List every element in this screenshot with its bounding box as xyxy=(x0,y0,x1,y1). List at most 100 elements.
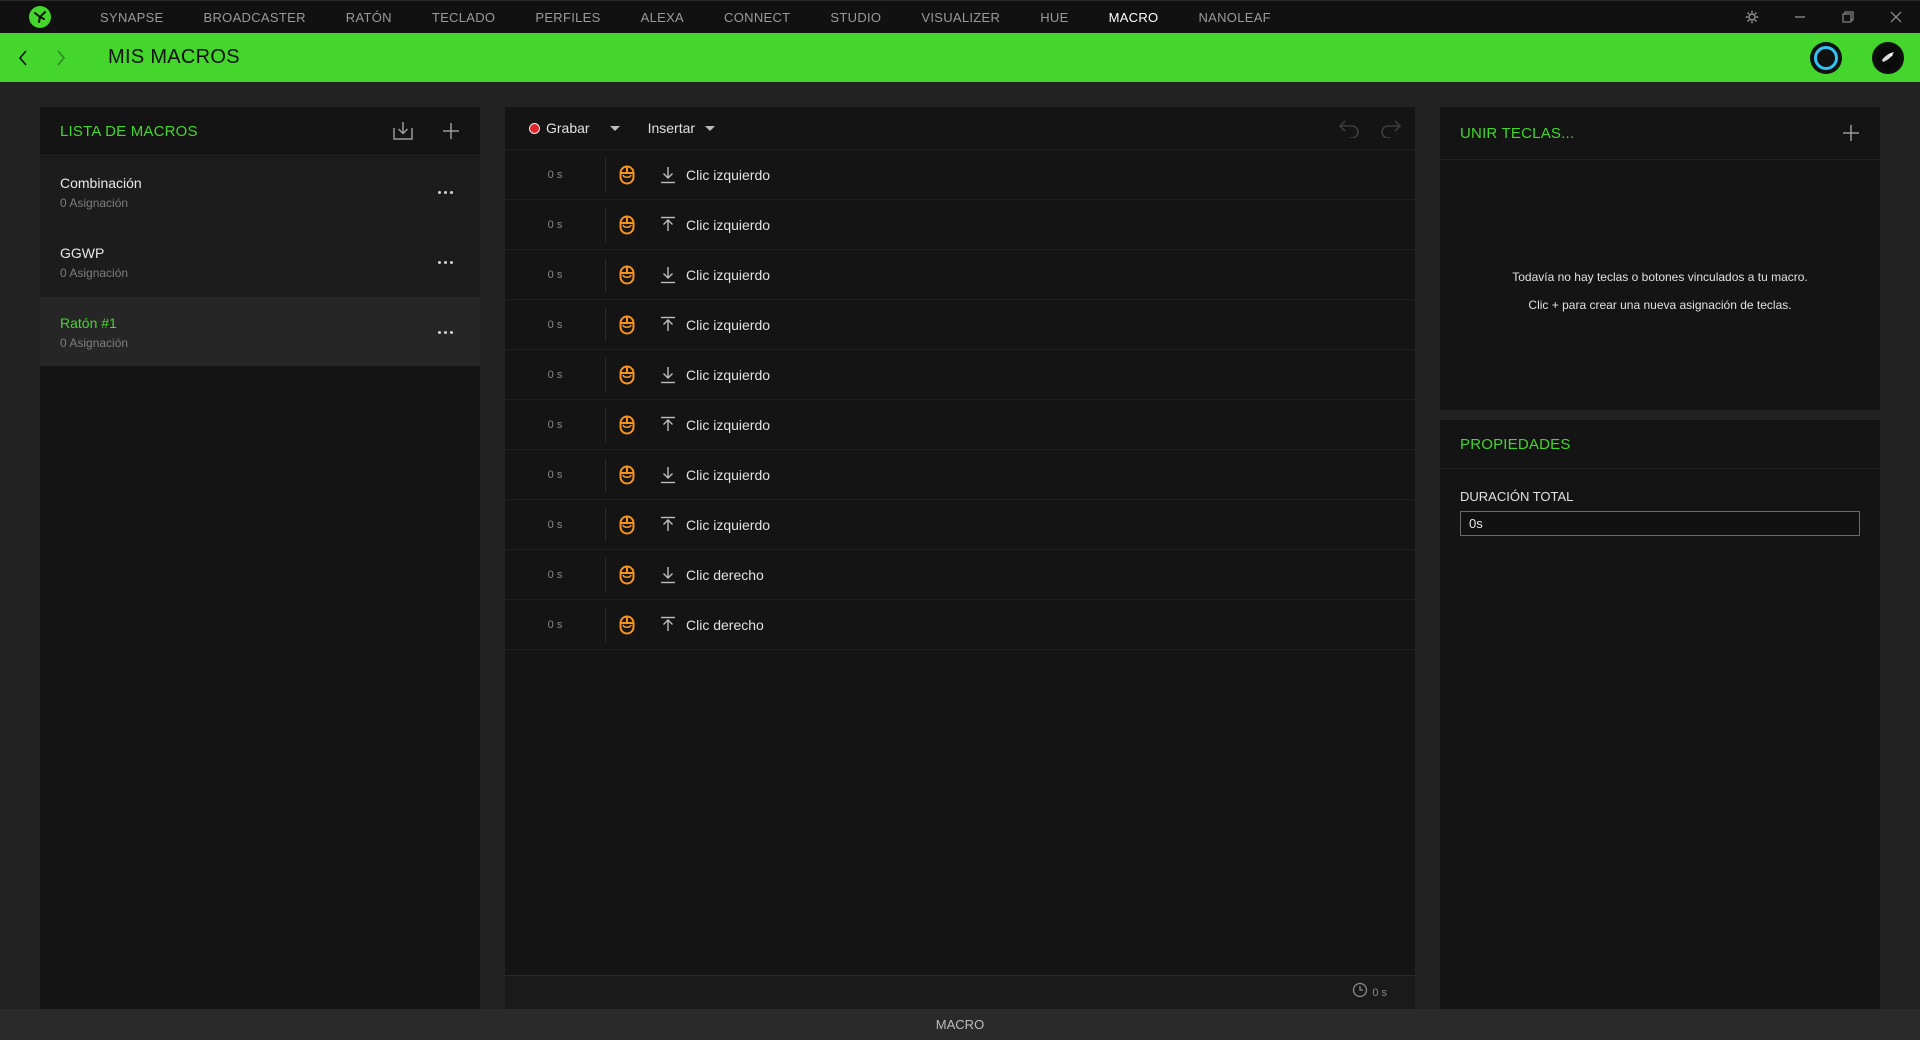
event-action: Clic izquierdo xyxy=(686,466,771,483)
clock-icon xyxy=(1352,982,1368,1003)
event-action: Clic derecho xyxy=(686,566,764,583)
event-delay[interactable]: 0 s xyxy=(505,519,605,531)
nav-tab-broadcaster[interactable]: BROADCASTER xyxy=(184,1,326,34)
macro-list-item[interactable]: Combinación 0 Asignación xyxy=(40,157,480,227)
more-options-icon[interactable] xyxy=(430,182,460,202)
duration-label: DURACIÓN TOTAL xyxy=(1460,489,1574,504)
add-binding-icon[interactable] xyxy=(1842,124,1860,142)
press-down-icon xyxy=(654,166,682,184)
total-time: 0 s xyxy=(1372,986,1387,999)
nav-tab-teclado[interactable]: TECLADO xyxy=(412,1,516,34)
nav-tab-visualizer[interactable]: VISUALIZER xyxy=(901,1,1020,34)
nav-tab-macro[interactable]: MACRO xyxy=(1089,1,1179,34)
redo-icon[interactable] xyxy=(1379,118,1403,138)
nav-tab-perfiles[interactable]: PERFILES xyxy=(515,1,620,34)
macro-name: Combinación xyxy=(60,174,142,191)
top-bar: SYNAPSE BROADCASTER RATÓN TECLADO PERFILES AL… xyxy=(0,0,1920,33)
macro-assignment-count: 0 Asignación xyxy=(60,195,129,210)
nav-tab-alexa[interactable]: ALEXA xyxy=(621,1,704,34)
macro-event-row[interactable]: 0 s Clic izquierdo xyxy=(505,300,1415,350)
window-controls xyxy=(1728,1,1920,34)
razer-logo-icon[interactable] xyxy=(0,1,80,34)
avatar[interactable] xyxy=(1872,41,1904,74)
event-delay[interactable]: 0 s xyxy=(505,569,605,581)
more-options-icon[interactable] xyxy=(430,252,460,272)
macro-event-row[interactable]: 0 s Clic izquierdo xyxy=(505,200,1415,250)
event-action: Clic izquierdo xyxy=(686,266,771,283)
macro-event-row[interactable]: 0 s Clic izquierdo xyxy=(505,350,1415,400)
duration-field[interactable]: 0s xyxy=(1460,511,1860,536)
editor-toolbar: Grabar Insertar xyxy=(505,107,1415,150)
nav-tab-hue[interactable]: HUE xyxy=(1020,1,1088,34)
event-action: Clic izquierdo xyxy=(686,416,771,433)
insert-label: Insertar xyxy=(647,120,696,136)
record-dot-icon xyxy=(529,122,540,134)
macro-event-list: 0 s Clic izquierdo 0 s Clic izquierdo 0 s Cli… xyxy=(505,150,1415,650)
editor-footer: 0 s xyxy=(505,975,1415,1009)
mouse-icon xyxy=(606,565,648,585)
macro-event-row[interactable]: 0 s Clic izquierdo xyxy=(505,450,1415,500)
forward-arrow-icon[interactable] xyxy=(42,33,80,82)
event-delay[interactable]: 0 s xyxy=(505,369,605,381)
mouse-icon xyxy=(606,415,648,435)
event-delay[interactable]: 0 s xyxy=(505,219,605,231)
macro-list-empty-area xyxy=(40,366,480,1009)
bindings-empty-message: Todavía no hay teclas o botones vinculad… xyxy=(1512,270,1808,284)
more-options-icon[interactable] xyxy=(430,322,460,342)
press-down-icon xyxy=(654,566,682,584)
event-action: Clic derecho xyxy=(686,616,764,633)
record-dropdown-icon[interactable] xyxy=(609,125,620,131)
record-button[interactable]: Grabar xyxy=(529,120,590,136)
mouse-icon xyxy=(606,265,648,285)
macro-list-item[interactable]: Ratón #1 0 Asignación xyxy=(40,297,480,367)
record-label: Grabar xyxy=(546,120,590,136)
close-icon[interactable] xyxy=(1872,1,1920,34)
bindings-empty-hint: Clic + para crear una nueva asignación d… xyxy=(1528,298,1792,312)
macro-name: GGWP xyxy=(60,244,105,261)
nav-tab-connect[interactable]: CONNECT xyxy=(704,1,810,34)
event-delay[interactable]: 0 s xyxy=(505,269,605,281)
macro-list-title: LISTA DE MACROS xyxy=(60,122,198,140)
event-delay[interactable]: 0 s xyxy=(505,469,605,481)
macro-event-row[interactable]: 0 s Clic derecho xyxy=(505,600,1415,650)
macro-event-row[interactable]: 0 s Clic izquierdo xyxy=(505,150,1415,200)
nav-tab-nanoleaf[interactable]: NANOLEAF xyxy=(1178,1,1290,34)
press-down-icon xyxy=(654,266,682,284)
mouse-icon xyxy=(606,165,648,185)
insert-button[interactable]: Insertar xyxy=(648,120,695,136)
settings-gear-icon[interactable] xyxy=(1728,1,1776,34)
macro-event-row[interactable]: 0 s Clic izquierdo xyxy=(505,400,1415,450)
properties-panel: PROPIEDADES DURACIÓN TOTAL 0s xyxy=(1440,420,1880,1009)
mouse-icon xyxy=(606,365,648,385)
nav-tab-synapse[interactable]: SYNAPSE xyxy=(80,1,184,34)
nav-tab-ratón[interactable]: RATÓN xyxy=(326,1,412,34)
back-arrow-icon[interactable] xyxy=(4,33,42,82)
macro-event-row[interactable]: 0 s Clic izquierdo xyxy=(505,500,1415,550)
macro-assignment-count: 0 Asignación xyxy=(60,265,129,280)
macro-editor-panel: Grabar Insertar 0 s Clic izquierdo 0 s Clic… xyxy=(505,107,1415,1009)
macro-event-row[interactable]: 0 s Clic derecho xyxy=(505,550,1415,600)
event-delay[interactable]: 0 s xyxy=(505,169,605,181)
release-up-icon xyxy=(654,516,682,534)
event-action: Clic izquierdo xyxy=(686,366,771,383)
add-macro-icon[interactable] xyxy=(442,122,460,140)
undo-icon[interactable] xyxy=(1337,118,1361,138)
event-delay[interactable]: 0 s xyxy=(505,319,605,331)
restore-icon[interactable] xyxy=(1824,1,1872,34)
event-action: Clic izquierdo xyxy=(686,216,771,233)
macro-event-row[interactable]: 0 s Clic izquierdo xyxy=(505,250,1415,300)
release-up-icon xyxy=(654,316,682,334)
key-bindings-panel: UNIR TECLAS... Todavía no hay teclas o b… xyxy=(1440,107,1880,410)
import-icon[interactable] xyxy=(392,120,414,142)
minimize-icon[interactable] xyxy=(1776,1,1824,34)
nav-tab-studio[interactable]: STUDIO xyxy=(810,1,901,34)
macro-list-item[interactable]: GGWP 0 Asignación xyxy=(40,227,480,297)
alexa-icon[interactable] xyxy=(1810,41,1842,74)
status-bar: MACRO xyxy=(0,1009,1920,1040)
mouse-icon xyxy=(606,515,648,535)
insert-dropdown-icon[interactable] xyxy=(705,125,716,131)
event-delay[interactable]: 0 s xyxy=(505,619,605,631)
event-delay[interactable]: 0 s xyxy=(505,419,605,431)
press-down-icon xyxy=(654,466,682,484)
event-action: Clic izquierdo xyxy=(686,166,771,183)
